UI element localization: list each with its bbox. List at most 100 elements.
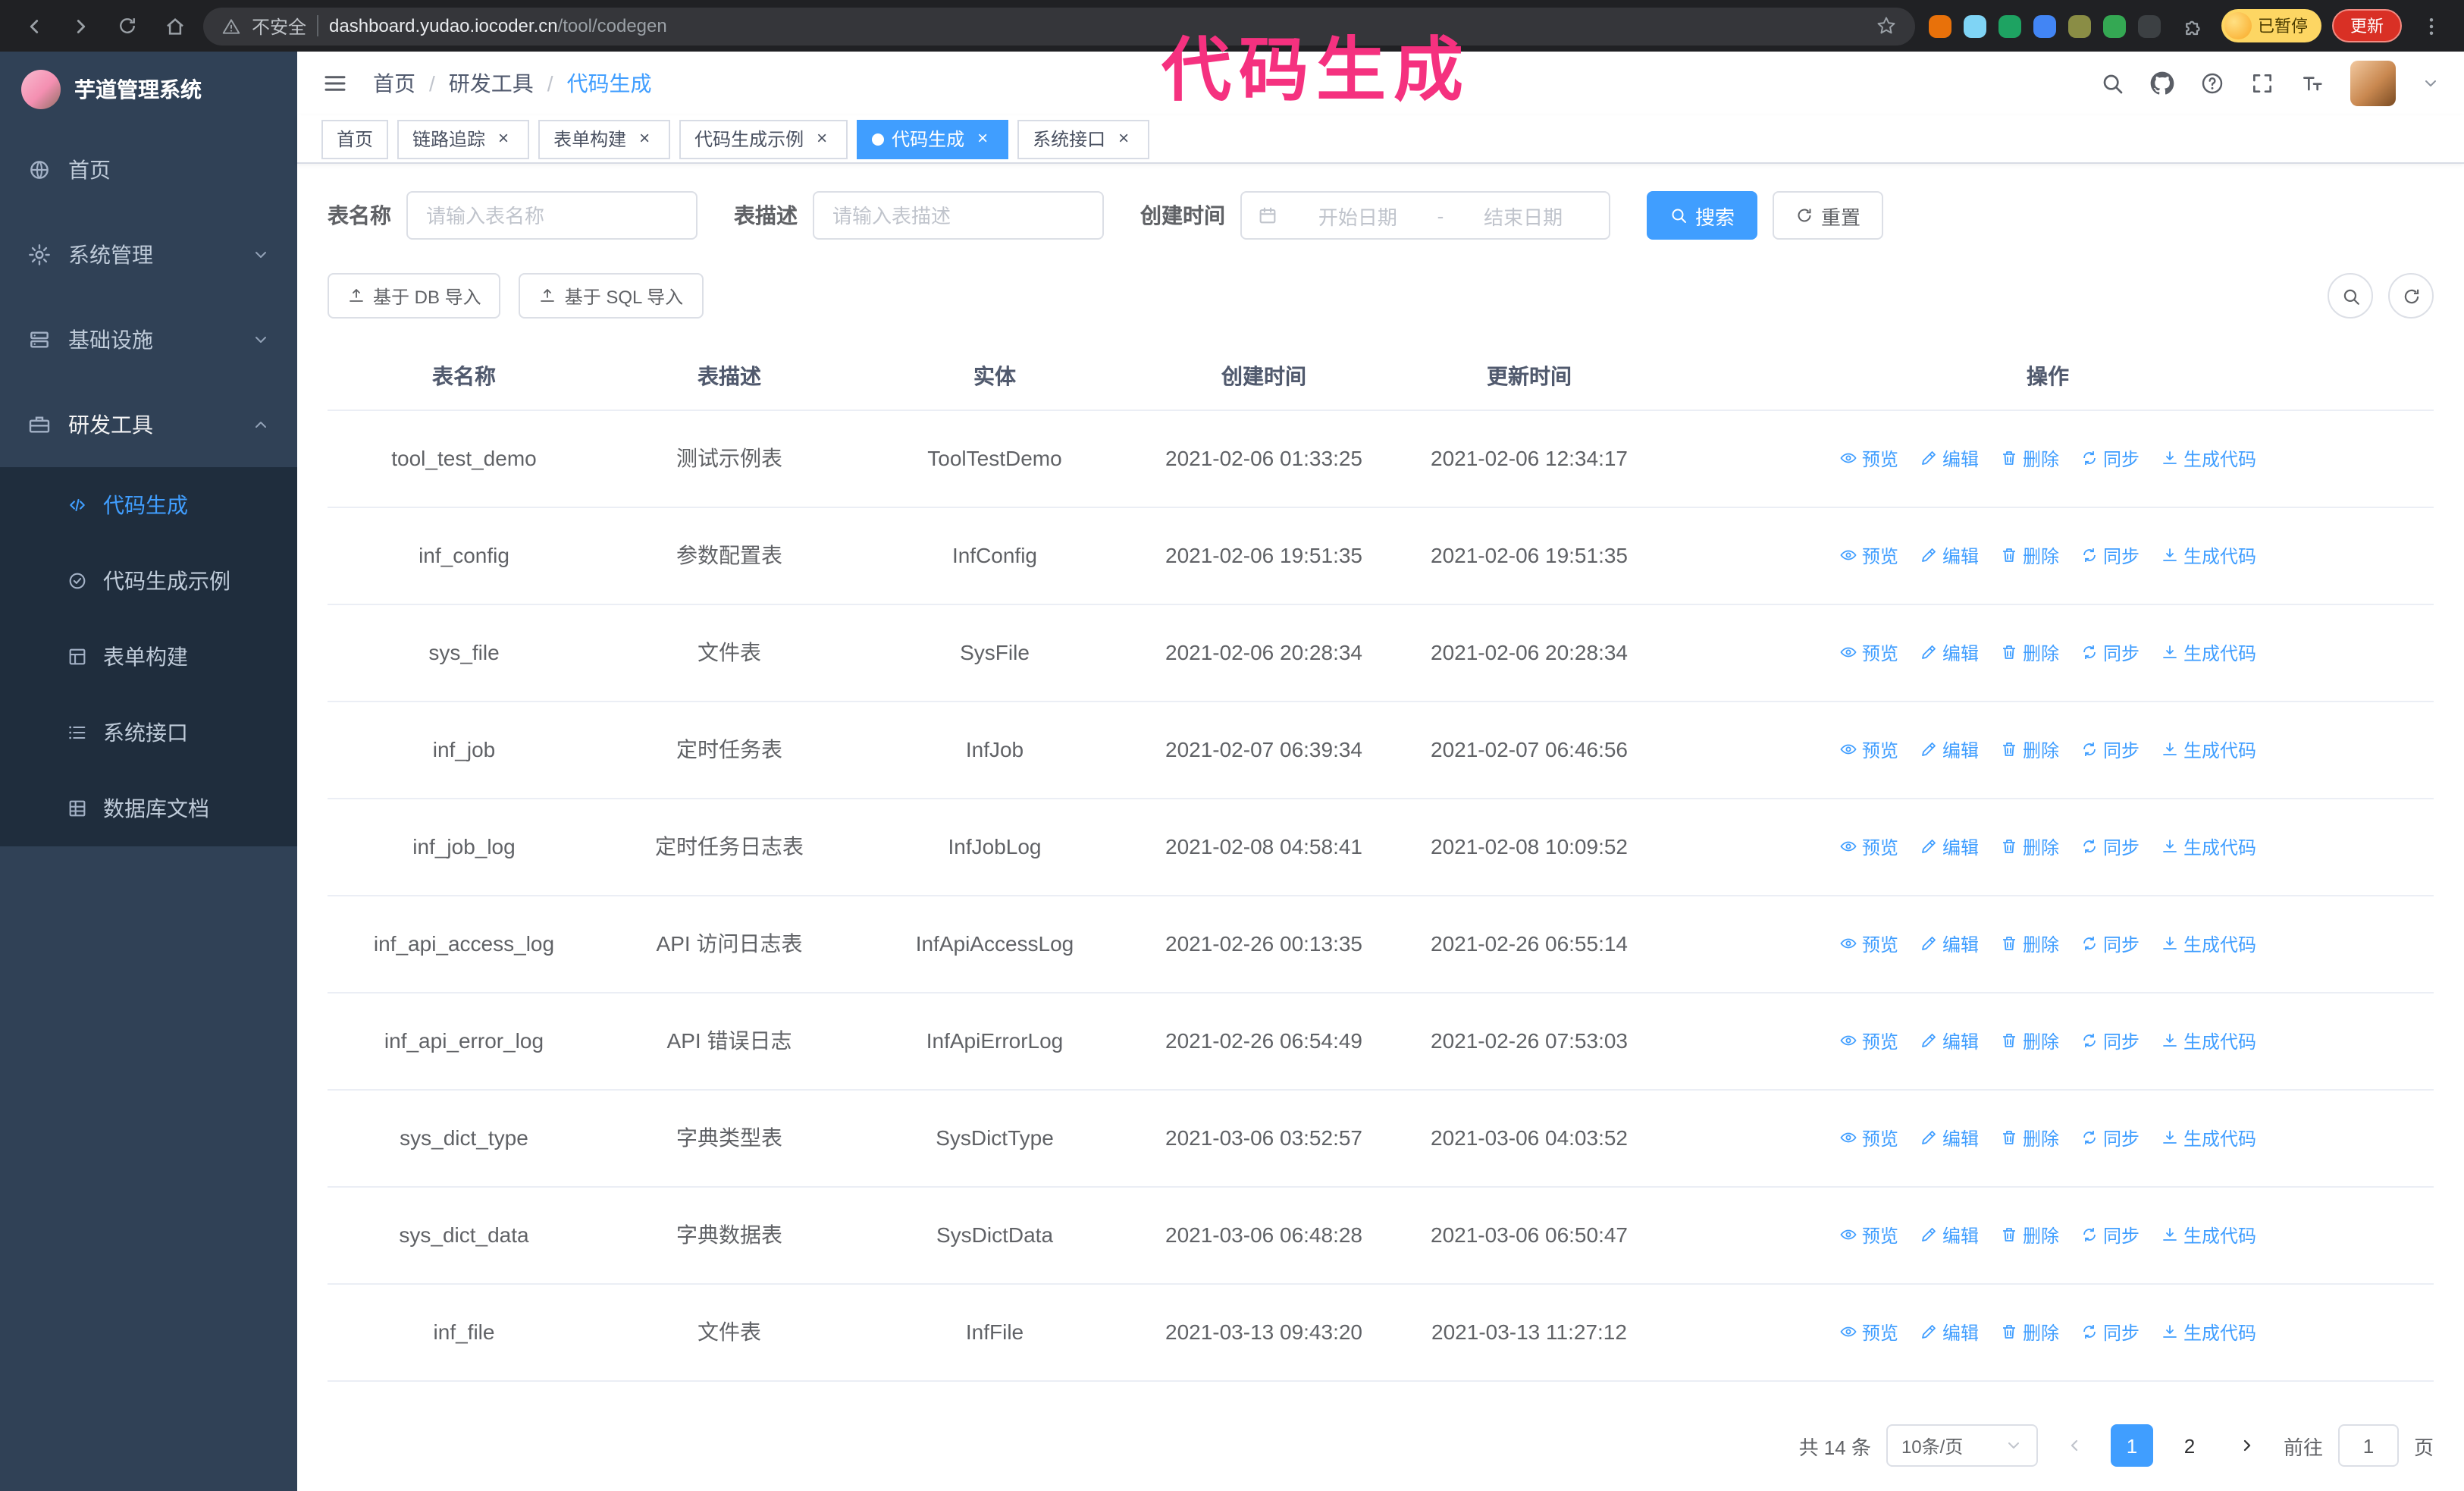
- table-name-input[interactable]: [406, 191, 698, 240]
- page-button-1[interactable]: 1: [2110, 1424, 2153, 1467]
- prev-page-button[interactable]: [2053, 1424, 2096, 1467]
- close-icon[interactable]: ×: [972, 127, 993, 149]
- close-icon[interactable]: ×: [634, 127, 655, 149]
- date-range-picker[interactable]: 开始日期 - 结束日期: [1240, 191, 1610, 240]
- delete-action[interactable]: 删除: [2000, 833, 2059, 859]
- help-icon[interactable]: [2200, 71, 2224, 96]
- sync-action[interactable]: 同步: [2080, 542, 2140, 568]
- forward-button[interactable]: [62, 8, 99, 44]
- goto-page-input[interactable]: [2337, 1424, 2399, 1467]
- extensions-button[interactable]: [2174, 8, 2211, 44]
- delete-action[interactable]: 删除: [2000, 736, 2059, 762]
- generate-code-action[interactable]: 生成代码: [2161, 1028, 2256, 1053]
- sync-action[interactable]: 同步: [2080, 1125, 2140, 1150]
- sync-action[interactable]: 同步: [2080, 445, 2140, 471]
- delete-action[interactable]: 删除: [2000, 1222, 2059, 1248]
- extension-icon[interactable]: [2138, 14, 2161, 37]
- breadcrumb-devtools[interactable]: 研发工具: [449, 68, 534, 99]
- delete-action[interactable]: 删除: [2000, 445, 2059, 471]
- edit-action[interactable]: 编辑: [1920, 1319, 1979, 1345]
- close-icon[interactable]: ×: [493, 127, 514, 149]
- generate-code-action[interactable]: 生成代码: [2161, 1319, 2256, 1345]
- delete-action[interactable]: 删除: [2000, 1125, 2059, 1150]
- close-icon[interactable]: ×: [811, 127, 832, 149]
- extension-icon[interactable]: [1998, 14, 2021, 37]
- generate-code-action[interactable]: 生成代码: [2161, 833, 2256, 859]
- preview-action[interactable]: 预览: [1839, 542, 1898, 568]
- preview-action[interactable]: 预览: [1839, 445, 1898, 471]
- delete-action[interactable]: 删除: [2000, 1028, 2059, 1053]
- generate-code-action[interactable]: 生成代码: [2161, 542, 2256, 568]
- caret-down-icon[interactable]: [2422, 74, 2440, 93]
- sync-action[interactable]: 同步: [2080, 639, 2140, 665]
- generate-code-action[interactable]: 生成代码: [2161, 445, 2256, 471]
- delete-action[interactable]: 删除: [2000, 931, 2059, 956]
- edit-action[interactable]: 编辑: [1920, 1125, 1979, 1150]
- sql-import-button[interactable]: 基于 SQL 导入: [519, 273, 704, 319]
- star-icon[interactable]: [1876, 15, 1897, 36]
- table-desc-input[interactable]: [813, 191, 1104, 240]
- preview-action[interactable]: 预览: [1839, 1319, 1898, 1345]
- generate-code-action[interactable]: 生成代码: [2161, 931, 2256, 956]
- refresh-button[interactable]: [2388, 273, 2434, 319]
- sidebar-item-home[interactable]: 首页: [0, 127, 297, 212]
- next-page-button[interactable]: [2226, 1424, 2268, 1467]
- search-button[interactable]: 搜索: [1647, 191, 1758, 240]
- toggle-search-button[interactable]: [2328, 273, 2373, 319]
- extension-icon[interactable]: [2068, 14, 2091, 37]
- page-button-2[interactable]: 2: [2168, 1424, 2211, 1467]
- reset-button[interactable]: 重置: [1773, 191, 1884, 240]
- reload-button[interactable]: [109, 8, 146, 44]
- generate-code-action[interactable]: 生成代码: [2161, 1125, 2256, 1150]
- sidebar-item-system-api[interactable]: 系统接口: [0, 695, 297, 771]
- sync-action[interactable]: 同步: [2080, 1028, 2140, 1053]
- generate-code-action[interactable]: 生成代码: [2161, 639, 2256, 665]
- delete-action[interactable]: 删除: [2000, 542, 2059, 568]
- preview-action[interactable]: 预览: [1839, 1222, 1898, 1248]
- tab-codegen-example[interactable]: 代码生成示例 ×: [679, 119, 848, 159]
- preview-action[interactable]: 预览: [1839, 833, 1898, 859]
- menu-fold-icon[interactable]: [321, 70, 349, 97]
- sidebar-item-codegen-example[interactable]: 代码生成示例: [0, 543, 297, 619]
- fullscreen-icon[interactable]: [2250, 71, 2274, 96]
- sync-action[interactable]: 同步: [2080, 1319, 2140, 1345]
- preview-action[interactable]: 预览: [1839, 1028, 1898, 1053]
- search-icon[interactable]: [2100, 71, 2124, 96]
- preview-action[interactable]: 预览: [1839, 931, 1898, 956]
- sidebar-item-db-doc[interactable]: 数据库文档: [0, 771, 297, 846]
- db-import-button[interactable]: 基于 DB 导入: [328, 273, 501, 319]
- tab-trace[interactable]: 链路追踪 ×: [397, 119, 530, 159]
- sync-action[interactable]: 同步: [2080, 1222, 2140, 1248]
- delete-action[interactable]: 删除: [2000, 639, 2059, 665]
- profile-chip[interactable]: 已暂停: [2221, 9, 2321, 42]
- edit-action[interactable]: 编辑: [1920, 1028, 1979, 1053]
- edit-action[interactable]: 编辑: [1920, 542, 1979, 568]
- breadcrumb-home[interactable]: 首页: [373, 68, 415, 99]
- home-button[interactable]: [156, 8, 193, 44]
- github-icon[interactable]: [2150, 71, 2174, 96]
- preview-action[interactable]: 预览: [1839, 639, 1898, 665]
- avatar[interactable]: [2350, 61, 2396, 106]
- tab-system-api[interactable]: 系统接口 ×: [1017, 119, 1150, 159]
- sync-action[interactable]: 同步: [2080, 736, 2140, 762]
- extension-icon[interactable]: [1964, 14, 1986, 37]
- sidebar-item-devtools[interactable]: 研发工具: [0, 382, 297, 467]
- generate-code-action[interactable]: 生成代码: [2161, 1222, 2256, 1248]
- sidebar-item-infra[interactable]: 基础设施: [0, 297, 297, 382]
- sidebar-item-codegen[interactable]: 代码生成: [0, 467, 297, 543]
- sync-action[interactable]: 同步: [2080, 931, 2140, 956]
- edit-action[interactable]: 编辑: [1920, 1222, 1979, 1248]
- browser-menu-button[interactable]: [2412, 8, 2449, 44]
- tab-codegen[interactable]: 代码生成 ×: [857, 119, 1009, 159]
- extension-icon[interactable]: [2033, 14, 2056, 37]
- page-size-select[interactable]: 10条/页: [1886, 1424, 2038, 1467]
- font-size-icon[interactable]: [2300, 71, 2324, 96]
- update-button[interactable]: 更新: [2332, 9, 2402, 42]
- extension-icon[interactable]: [2103, 14, 2126, 37]
- generate-code-action[interactable]: 生成代码: [2161, 736, 2256, 762]
- back-button[interactable]: [15, 8, 52, 44]
- edit-action[interactable]: 编辑: [1920, 736, 1979, 762]
- delete-action[interactable]: 删除: [2000, 1319, 2059, 1345]
- tab-form-builder[interactable]: 表单构建 ×: [538, 119, 671, 159]
- tab-home[interactable]: 首页: [321, 119, 389, 159]
